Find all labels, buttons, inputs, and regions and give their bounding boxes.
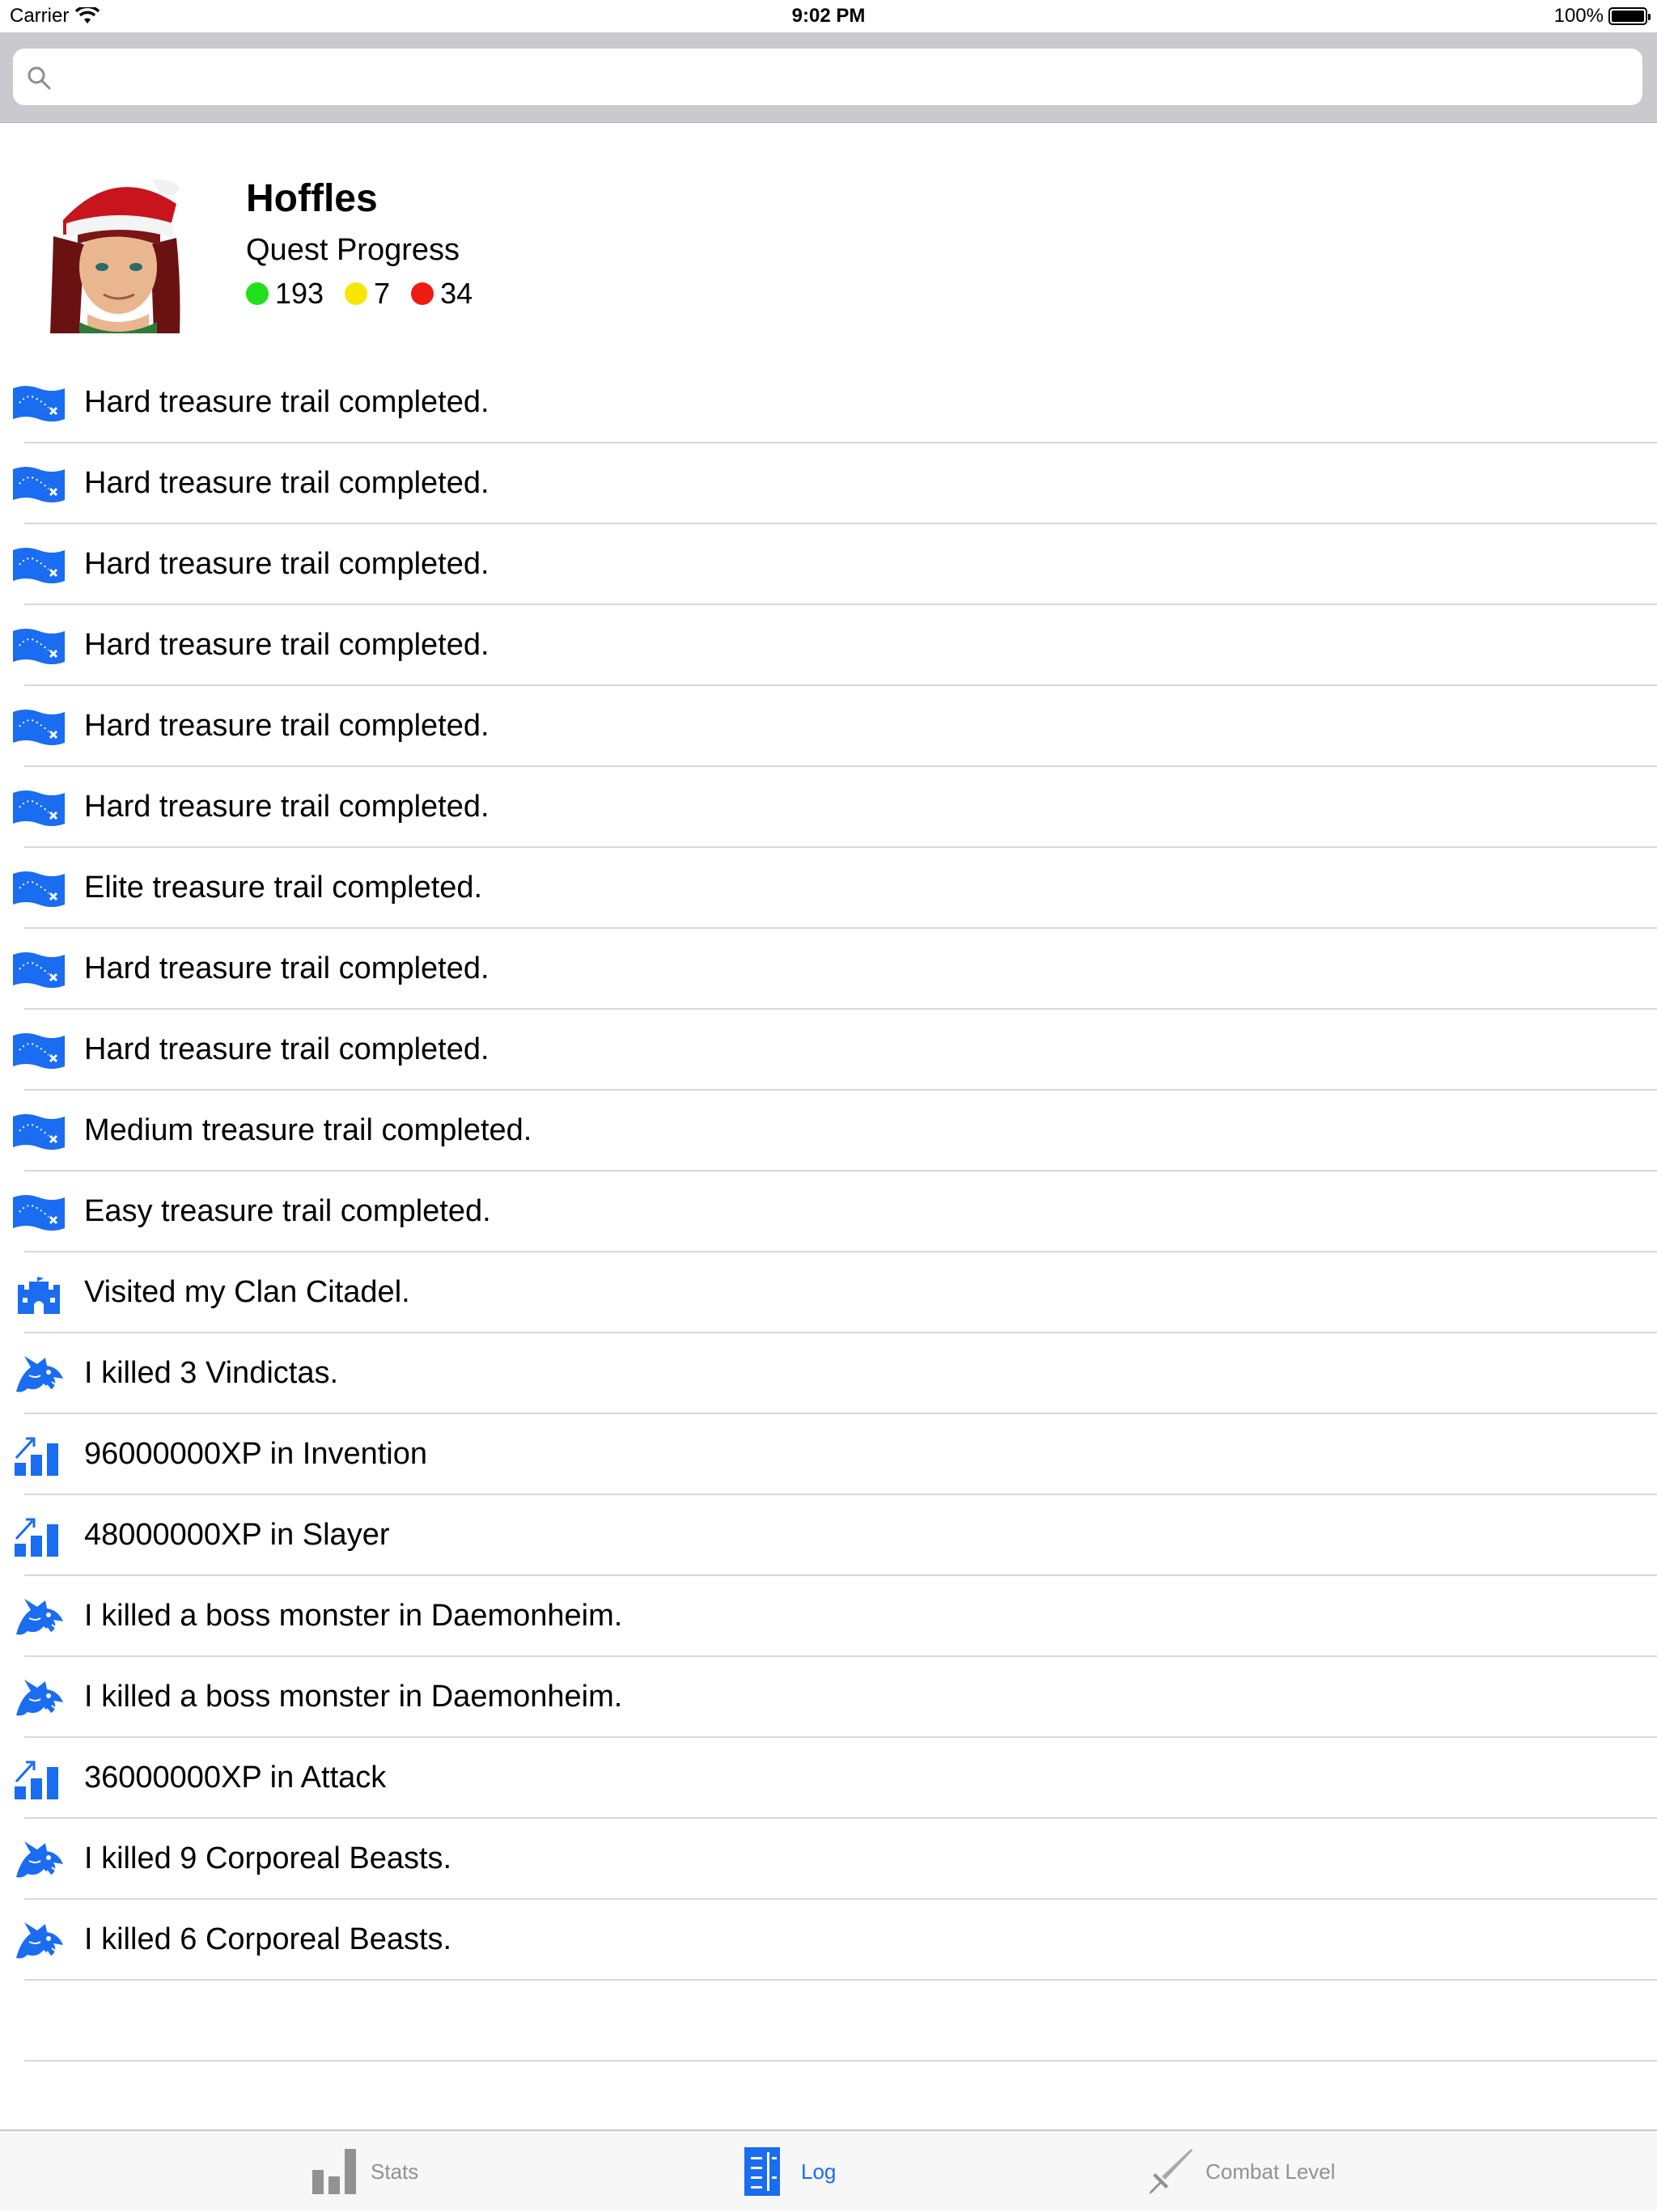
- log-row[interactable]: Elite treasure trail completed.: [0, 848, 1657, 929]
- profile-header: Hoffles Quest Progress 193 7 34: [0, 123, 1657, 358]
- log-row[interactable]: Hard treasure trail completed.: [0, 767, 1657, 848]
- quest-not-started-count: 34: [440, 277, 473, 310]
- log-row[interactable]: Visited my Clan Citadel.: [0, 1252, 1657, 1333]
- treasure-map-icon: [13, 626, 65, 667]
- treasure-map-icon: [13, 707, 65, 748]
- log-text: Visited my Clan Citadel.: [84, 1275, 410, 1309]
- empty-row: [0, 1981, 1657, 2062]
- avatar: [47, 179, 183, 333]
- yellow-dot-icon: [345, 282, 368, 305]
- quest-started-count: 7: [374, 277, 391, 310]
- log-text: Hard treasure trail completed.: [84, 790, 489, 824]
- log-text: Hard treasure trail completed.: [84, 1032, 489, 1066]
- tab-combat-level[interactable]: Combat Level: [1144, 2131, 1335, 2212]
- log-text: Hard treasure trail completed.: [84, 951, 489, 985]
- treasure-map-icon: [13, 1193, 65, 1233]
- quest-completed: 193: [246, 277, 324, 311]
- treasure-map-icon: [13, 464, 65, 505]
- log-row[interactable]: 36000000XP in Attack: [0, 1738, 1657, 1819]
- log-text: Easy treasure trail completed.: [84, 1194, 491, 1228]
- log-row[interactable]: Hard treasure trail completed.: [0, 686, 1657, 767]
- log-text: Hard treasure trail completed.: [84, 547, 489, 581]
- quest-progress-title: Quest Progress: [246, 233, 460, 267]
- tab-log[interactable]: Log: [740, 2131, 836, 2212]
- log-row[interactable]: I killed a boss monster in Daemonheim.: [0, 1576, 1657, 1657]
- status-bar: Carrier 9:02 PM 100%: [0, 0, 1657, 32]
- quest-not-started: 34: [411, 277, 473, 311]
- log-text: 36000000XP in Attack: [84, 1761, 387, 1795]
- xp-chart-icon: [13, 1516, 65, 1557]
- green-dot-icon: [246, 282, 269, 305]
- dragon-icon: [13, 1597, 65, 1638]
- log-row[interactable]: 96000000XP in Invention: [0, 1414, 1657, 1495]
- log-icon: [744, 2147, 780, 2196]
- activity-log: Hard treasure trail completed. Hard treas…: [0, 362, 1657, 1981]
- log-text: 96000000XP in Invention: [84, 1437, 427, 1471]
- log-row[interactable]: Hard treasure trail completed.: [0, 605, 1657, 686]
- sword-icon: [1149, 2149, 1193, 2194]
- log-text: I killed 3 Vindictas.: [84, 1356, 339, 1390]
- search-icon: [28, 66, 51, 90]
- clock: 9:02 PM: [791, 5, 866, 27]
- log-text: Hard treasure trail completed.: [84, 466, 489, 500]
- battery-percent: 100%: [1553, 5, 1604, 27]
- log-text: Hard treasure trail completed.: [84, 709, 489, 743]
- treasure-map-icon: [13, 545, 65, 586]
- log-row[interactable]: Hard treasure trail completed.: [0, 1010, 1657, 1091]
- log-row[interactable]: Easy treasure trail completed.: [0, 1172, 1657, 1252]
- tab-log-label: Log: [801, 2159, 837, 2184]
- search-bar: [0, 32, 1657, 123]
- log-row[interactable]: I killed 9 Corporeal Beasts.: [0, 1819, 1657, 1900]
- treasure-map-icon: [13, 383, 65, 424]
- log-text: Hard treasure trail completed.: [84, 385, 489, 419]
- log-text: Elite treasure trail completed.: [84, 871, 483, 905]
- log-row[interactable]: Hard treasure trail completed.: [0, 443, 1657, 524]
- log-text: 48000000XP in Slayer: [84, 1518, 390, 1552]
- treasure-map-icon: [13, 1031, 65, 1071]
- log-text: I killed 9 Corporeal Beasts.: [84, 1841, 452, 1875]
- log-row[interactable]: I killed 3 Vindictas.: [0, 1333, 1657, 1414]
- castle-icon: [13, 1273, 65, 1314]
- tab-stats[interactable]: Stats: [309, 2131, 418, 2212]
- log-row[interactable]: Medium treasure trail completed.: [0, 1091, 1657, 1172]
- battery-group: 100%: [1553, 5, 1651, 28]
- log-row[interactable]: Hard treasure trail completed.: [0, 524, 1657, 605]
- treasure-map-icon: [13, 950, 65, 990]
- dragon-icon: [13, 1678, 65, 1718]
- battery-icon: [1608, 7, 1651, 25]
- player-name: Hoffles: [246, 177, 378, 220]
- red-dot-icon: [411, 282, 434, 305]
- tab-combat-level-label: Combat Level: [1206, 2159, 1336, 2184]
- tab-stats-label: Stats: [371, 2159, 419, 2184]
- log-row[interactable]: I killed 6 Corporeal Beasts.: [0, 1900, 1657, 1981]
- quest-completed-count: 193: [275, 277, 324, 310]
- stats-icon: [312, 2149, 356, 2194]
- quest-started: 7: [345, 277, 390, 311]
- log-row[interactable]: Hard treasure trail completed.: [0, 362, 1657, 443]
- log-row[interactable]: I killed a boss monster in Daemonheim.: [0, 1657, 1657, 1738]
- log-text: I killed 6 Corporeal Beasts.: [84, 1922, 452, 1956]
- treasure-map-icon: [13, 788, 65, 828]
- xp-chart-icon: [13, 1759, 65, 1799]
- dragon-icon: [13, 1840, 65, 1880]
- quest-stats: 193 7 34: [246, 277, 494, 311]
- dragon-icon: [13, 1921, 65, 1961]
- log-row[interactable]: 48000000XP in Slayer: [0, 1495, 1657, 1576]
- search-input[interactable]: [13, 49, 1642, 105]
- log-text: Hard treasure trail completed.: [84, 628, 489, 662]
- treasure-map-icon: [13, 869, 65, 909]
- log-text: Medium treasure trail completed.: [84, 1113, 532, 1147]
- log-text: I killed a boss monster in Daemonheim.: [84, 1680, 623, 1714]
- tab-bar: Stats Log Combat Level: [0, 2129, 1657, 2210]
- xp-chart-icon: [13, 1435, 65, 1476]
- treasure-map-icon: [13, 1112, 65, 1152]
- log-row[interactable]: Hard treasure trail completed.: [0, 929, 1657, 1010]
- log-text: I killed a boss monster in Daemonheim.: [84, 1599, 623, 1633]
- dragon-icon: [13, 1354, 65, 1395]
